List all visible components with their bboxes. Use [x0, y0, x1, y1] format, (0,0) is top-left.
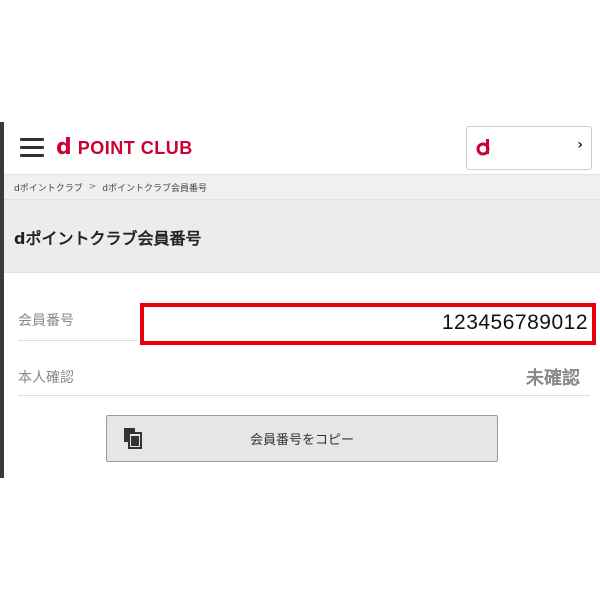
member-number-highlight: 123456789012	[140, 303, 596, 345]
top-header: d POINT CLUB ›	[4, 122, 600, 175]
dpoint-club-logo[interactable]: d POINT CLUB	[56, 135, 193, 161]
identity-verification-status: 未確認	[526, 368, 580, 389]
logo-text: POINT CLUB	[77, 138, 193, 158]
d-account-button[interactable]: ›	[466, 126, 592, 170]
member-number-divider	[18, 340, 138, 341]
page-title: dポイントクラブ会員番号	[14, 229, 202, 248]
member-number-value: 123456789012	[441, 311, 588, 334]
breadcrumb-item-dpoint-club[interactable]: dポイントクラブ	[4, 181, 83, 194]
identity-verification-label: 本人確認	[18, 370, 74, 386]
logo-d-mark: d	[56, 135, 72, 160]
chevron-right-icon: ›	[577, 137, 583, 153]
member-info-panel: 会員番号 123456789012 本人確認 未確認 会員番号をコピー	[4, 273, 600, 478]
breadcrumb-item-member-number: dポイントクラブ会員番号	[102, 183, 207, 194]
copy-button-label: 会員番号をコピー	[249, 433, 354, 448]
breadcrumb: dポイントクラブ > dポイントクラブ会員番号	[4, 175, 600, 200]
hamburger-menu-icon[interactable]	[20, 136, 44, 158]
page-title-bar: dポイントクラブ会員番号	[4, 200, 600, 273]
copy-member-number-button[interactable]: 会員番号をコピー	[106, 415, 498, 462]
identity-verification-divider	[18, 395, 590, 396]
member-number-label: 会員番号	[18, 313, 74, 329]
breadcrumb-separator: >	[88, 182, 97, 192]
d-account-icon	[475, 138, 493, 156]
